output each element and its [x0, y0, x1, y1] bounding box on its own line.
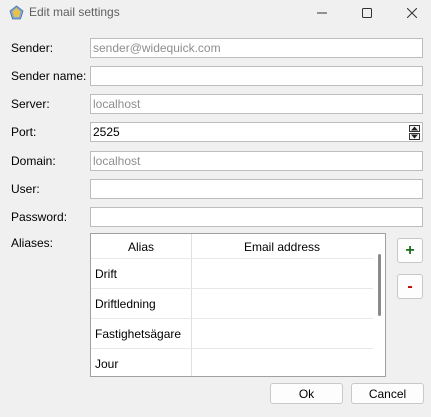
aliases-label: Aliases:	[11, 236, 54, 250]
server-input[interactable]	[90, 94, 423, 114]
close-button[interactable]	[390, 0, 431, 26]
remove-alias-button[interactable]: -	[397, 274, 423, 299]
alias-cell[interactable]: Fastighetsägare	[95, 326, 181, 342]
ok-button[interactable]: Ok	[270, 383, 343, 404]
maximize-icon	[362, 8, 372, 18]
edit-mail-settings-dialog: Edit mail settings Sender: Sender name: …	[0, 0, 431, 417]
user-label: User:	[11, 182, 40, 196]
sender-input[interactable]	[90, 38, 423, 58]
user-input[interactable]	[90, 179, 423, 199]
column-header-alias[interactable]: Alias	[91, 234, 191, 260]
minimize-icon	[317, 12, 327, 14]
add-alias-button[interactable]: +	[397, 238, 423, 263]
password-label: Password:	[11, 210, 68, 224]
cancel-button[interactable]: Cancel	[351, 383, 424, 404]
close-icon	[407, 8, 417, 18]
port-stepper[interactable]	[409, 125, 421, 141]
aliases-table[interactable]: Alias Email address Drift Driftledning F…	[90, 233, 386, 377]
sender-name-input[interactable]	[90, 66, 423, 86]
window-title: Edit mail settings	[29, 5, 120, 19]
domain-input[interactable]	[90, 151, 423, 171]
port-increment-button[interactable]	[409, 125, 420, 132]
port-input[interactable]	[90, 122, 423, 142]
alias-cell[interactable]: Jour	[95, 356, 118, 372]
app-icon	[9, 5, 24, 20]
alias-cell[interactable]: Driftledning	[95, 296, 156, 312]
scrollbar-thumb[interactable]	[378, 254, 381, 316]
chevron-down-icon	[411, 134, 418, 139]
server-label: Server:	[11, 97, 50, 111]
alias-cell[interactable]: Drift	[95, 266, 117, 282]
row-divider	[91, 288, 373, 289]
maximize-button[interactable]	[345, 0, 389, 26]
minimize-button[interactable]	[300, 0, 344, 26]
password-input[interactable]	[90, 207, 423, 227]
chevron-up-icon	[411, 126, 418, 131]
port-decrement-button[interactable]	[409, 133, 420, 140]
domain-label: Domain:	[11, 154, 56, 168]
title-bar: Edit mail settings	[0, 0, 431, 26]
sender-label: Sender:	[11, 41, 54, 55]
port-label: Port:	[11, 125, 37, 139]
sender-name-label: Sender name:	[11, 69, 87, 83]
row-divider	[91, 348, 373, 349]
row-divider	[91, 318, 373, 319]
column-divider	[191, 234, 192, 376]
header-divider	[91, 258, 373, 259]
column-header-email[interactable]: Email address	[191, 234, 373, 260]
